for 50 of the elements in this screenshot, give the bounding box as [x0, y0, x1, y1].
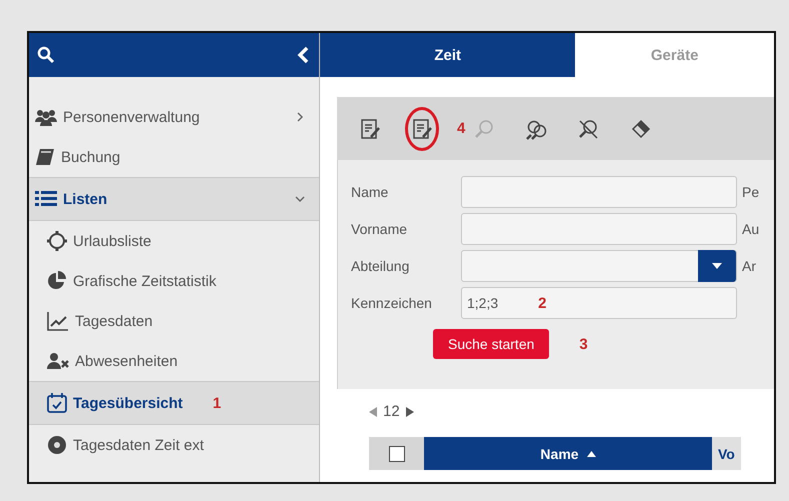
circled-tool-button[interactable]	[405, 106, 439, 150]
edit-document-icon	[359, 118, 381, 140]
sidebar-item[interactable]: Abwesenheiten	[29, 341, 319, 381]
sidebar-item[interactable]: Grafische Zeitstatistik	[29, 261, 319, 301]
caret-down-icon	[712, 263, 722, 269]
sidebar-item[interactable]: Listen	[29, 177, 319, 221]
search-icon	[473, 118, 496, 140]
book-icon	[35, 148, 55, 166]
person-remove-icon	[47, 352, 69, 370]
field-label: Name	[351, 184, 390, 200]
sidebar-item[interactable]: Buchung	[29, 137, 319, 177]
field-label: Abteilung	[351, 258, 410, 274]
sidebar-item[interactable]: Personenverwaltung	[29, 97, 319, 137]
column-header[interactable]: Name	[424, 437, 712, 470]
column-header[interactable]: Vo	[712, 437, 741, 470]
select-all-checkbox[interactable]	[388, 446, 404, 462]
annotation-number: 1	[212, 394, 222, 412]
field-label: Au	[742, 221, 760, 237]
previous-page-icon[interactable]	[369, 406, 377, 416]
next-page-icon[interactable]	[406, 406, 414, 416]
pie-chart-icon	[47, 271, 67, 291]
calendar-check-icon	[47, 393, 67, 413]
crossed-search-icon	[577, 118, 600, 140]
chevron-icon[interactable]	[295, 194, 305, 204]
field-label: Vorname	[351, 221, 408, 237]
input-field[interactable]	[461, 176, 737, 208]
sidebar-item[interactable]: Tagesdaten	[29, 301, 319, 341]
input-field[interactable]: 1;2;3 2	[461, 287, 737, 319]
annotation-number: 2	[538, 294, 546, 312]
collapse-icon[interactable]	[297, 46, 309, 64]
sidebar-item[interactable]: Tagesübersicht 1	[29, 381, 319, 425]
field-label: Ar	[742, 258, 757, 274]
dropdown-field[interactable]	[461, 250, 737, 282]
field-label: Pe	[742, 184, 760, 200]
list-icon	[35, 190, 57, 208]
field-label: Kennzeichen	[351, 295, 433, 311]
line-chart-icon	[47, 311, 69, 331]
annotation-number: 3	[579, 336, 588, 352]
sidebar-item[interactable]: Urlaubsliste	[29, 221, 319, 261]
eraser-icon	[629, 118, 652, 140]
search-button[interactable]: Suche starten	[433, 329, 550, 359]
search-icon[interactable]	[37, 46, 55, 64]
sidebar-item[interactable]: Tagesdaten Zeit ext	[29, 425, 319, 465]
annotation-number: 4	[457, 120, 466, 137]
edit-document-icon	[411, 118, 433, 140]
tab[interactable]: Zeit	[320, 33, 576, 77]
input-field[interactable]	[461, 213, 737, 245]
people-icon	[35, 108, 57, 126]
chevron-icon[interactable]	[295, 112, 305, 122]
page-number: 12	[383, 403, 400, 420]
